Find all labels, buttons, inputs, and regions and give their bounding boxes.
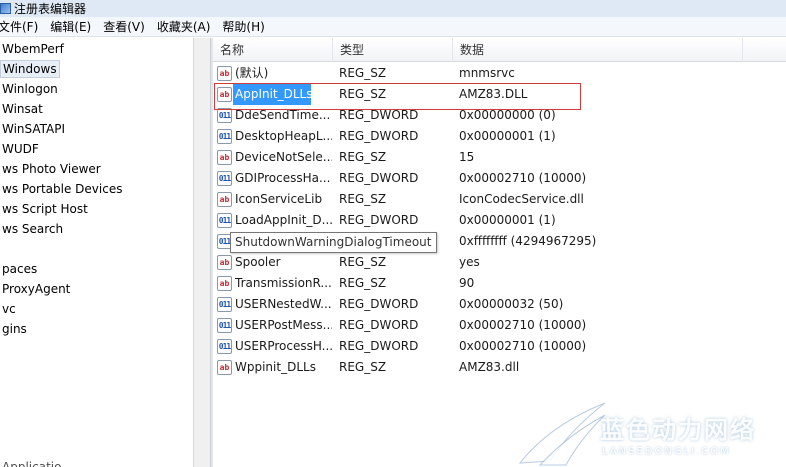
value-name-tooltip: ShutdownWarningDialogTimeout <box>230 232 437 253</box>
reg-dword-icon: 011 <box>217 339 232 354</box>
value-name: DeviceNotSele... <box>235 150 332 164</box>
tree-item[interactable]: gins <box>0 320 29 338</box>
menu-bar: 文件(F) 编辑(E) 查看(V) 收藏夹(A) 帮助(H) <box>0 17 786 37</box>
tree-item[interactable]: WbemPerf <box>0 40 66 58</box>
value-row[interactable]: ab (默认) REG_SZ mnmsrvc <box>213 63 786 84</box>
tree-item[interactable]: WinSATAPI <box>0 120 67 138</box>
menu-edit[interactable]: 编辑(E) <box>50 18 97 35</box>
reg-dword-icon: 011 <box>217 171 232 186</box>
value-data: yes <box>459 255 480 269</box>
reg-sz-icon: ab <box>217 66 232 81</box>
value-data: 0x00002710 (10000) <box>459 318 587 332</box>
value-row[interactable]: ab DeviceNotSele... REG_SZ 15 <box>213 147 786 168</box>
value-name: USERNestedW... <box>235 297 332 311</box>
reg-dword-icon: 011 <box>217 318 232 333</box>
tree-item[interactable]: vc <box>0 300 18 318</box>
value-name: USERProcessH... <box>235 339 332 353</box>
watermark-text-en: LANSEDONGLI.COM <box>602 446 731 457</box>
registry-key-tree[interactable]: WbemPerf Windows Winlogon Winsat WinSATAPI WU… <box>0 38 193 467</box>
reg-sz-icon: ab <box>217 255 232 270</box>
value-row[interactable]: ab TransmissionR... REG_SZ 90 <box>213 273 786 294</box>
value-type: REG_DWORD <box>339 171 419 185</box>
value-data: 0xffffffff (4294967295) <box>459 234 597 248</box>
value-row[interactable]: ab IconServiceLib REG_SZ IconCodecService.d… <box>213 189 786 210</box>
tree-item[interactable]: ws Search <box>0 220 65 238</box>
tree-item[interactable]: Windows <box>0 60 60 78</box>
tree-item[interactable]: ws Script Host <box>0 200 90 218</box>
tree-item[interactable]: Winsat <box>0 100 45 118</box>
value-type: REG_DWORD <box>339 318 419 332</box>
value-data: 0x00000001 (1) <box>459 213 556 227</box>
list-header: 名称 类型 数据 <box>213 38 786 62</box>
value-data: 0x00000032 (50) <box>459 297 564 311</box>
column-header-data[interactable]: 数据 <box>453 38 743 62</box>
value-row[interactable]: 011 LoadAppInit_D... REG_DWORD 0x00000001 (… <box>213 210 786 231</box>
value-data: 0x00002710 (10000) <box>459 339 587 353</box>
value-type: REG_SZ <box>339 192 387 206</box>
value-name: IconServiceLib <box>235 192 323 206</box>
window-title: 注册表编辑器 <box>14 2 87 16</box>
value-data: 0x00000001 (1) <box>459 129 556 143</box>
value-row[interactable]: ab Spooler REG_SZ yes <box>213 252 786 273</box>
reg-dword-icon: 011 <box>217 213 232 228</box>
value-name: (默认) <box>235 66 269 80</box>
tree-item-partial[interactable]: Applicatio <box>0 458 63 467</box>
tree-item[interactable]: ProxyAgent <box>0 280 72 298</box>
value-row[interactable]: 011 USERNestedW... REG_DWORD 0x00000032 (50… <box>213 294 786 315</box>
menu-view[interactable]: 查看(V) <box>103 18 151 35</box>
tree-vertical-scrollbar[interactable] <box>193 38 210 467</box>
value-type: REG_SZ <box>339 66 387 80</box>
reg-sz-icon: ab <box>217 192 232 207</box>
value-name: Wppinit_DLLs <box>235 360 316 374</box>
column-header-name[interactable]: 名称 <box>213 38 333 62</box>
value-type: REG_SZ <box>339 150 387 164</box>
tree-item[interactable]: ws Photo Viewer <box>0 160 103 178</box>
value-name: USERPostMess... <box>235 318 332 332</box>
menu-file[interactable]: 文件(F) <box>0 18 44 35</box>
title-bar: 注册表编辑器 <box>0 0 786 17</box>
tree-item[interactable]: ws Portable Devices <box>0 180 124 198</box>
value-type: REG_DWORD <box>339 297 419 311</box>
value-row[interactable]: 011 USERProcessH... REG_DWORD 0x00002710 (1… <box>213 336 786 357</box>
menu-help[interactable]: 帮助(H) <box>222 18 270 35</box>
tree-item[interactable]: paces <box>0 260 39 278</box>
reg-sz-icon: ab <box>217 360 232 375</box>
value-data: AMZ83.dll <box>459 360 520 374</box>
reg-dword-icon: 011 <box>217 129 232 144</box>
reg-sz-icon: ab <box>217 276 232 291</box>
tree-item[interactable] <box>0 240 4 258</box>
value-data: 0x00002710 (10000) <box>459 171 587 185</box>
tree-item[interactable]: Winlogon <box>0 80 60 98</box>
tree-item[interactable]: WUDF <box>0 140 41 158</box>
value-name: LoadAppInit_D... <box>235 213 332 227</box>
value-data: 15 <box>459 150 475 164</box>
value-name: TransmissionR... <box>235 276 332 290</box>
value-data: 90 <box>459 276 475 290</box>
reg-dword-icon: 011 <box>217 297 232 312</box>
red-highlight-annotation <box>214 83 581 110</box>
reg-sz-icon: ab <box>217 150 232 165</box>
value-data: IconCodecService.dll <box>459 192 584 206</box>
reg-dword-icon: 011 <box>217 108 232 123</box>
menu-favorites[interactable]: 收藏夹(A) <box>157 18 217 35</box>
value-type: REG_DWORD <box>339 213 419 227</box>
value-name: GDIProcessHa... <box>235 171 331 185</box>
column-header-type[interactable]: 类型 <box>333 38 453 62</box>
value-type: REG_SZ <box>339 276 387 290</box>
value-type: REG_SZ <box>339 360 387 374</box>
value-name: DesktopHeapL... <box>235 129 332 143</box>
regedit-app-icon <box>0 3 11 14</box>
value-row[interactable]: 011 USERPostMess... REG_DWORD 0x00002710 (1… <box>213 315 786 336</box>
value-row[interactable]: ab Wppinit_DLLs REG_SZ AMZ83.dll <box>213 357 786 378</box>
value-row[interactable]: 011 DesktopHeapL... REG_DWORD 0x00000001 (1… <box>213 126 786 147</box>
watermark-text-cn: 蓝色动力网络 <box>600 416 756 444</box>
value-type: REG_SZ <box>339 255 387 269</box>
value-name: Spooler <box>235 255 281 269</box>
value-row[interactable]: 011 GDIProcessHa... REG_DWORD 0x00002710 (1… <box>213 168 786 189</box>
value-type: REG_DWORD <box>339 129 419 143</box>
value-data: mnmsrvc <box>459 66 515 80</box>
value-type: REG_DWORD <box>339 339 419 353</box>
